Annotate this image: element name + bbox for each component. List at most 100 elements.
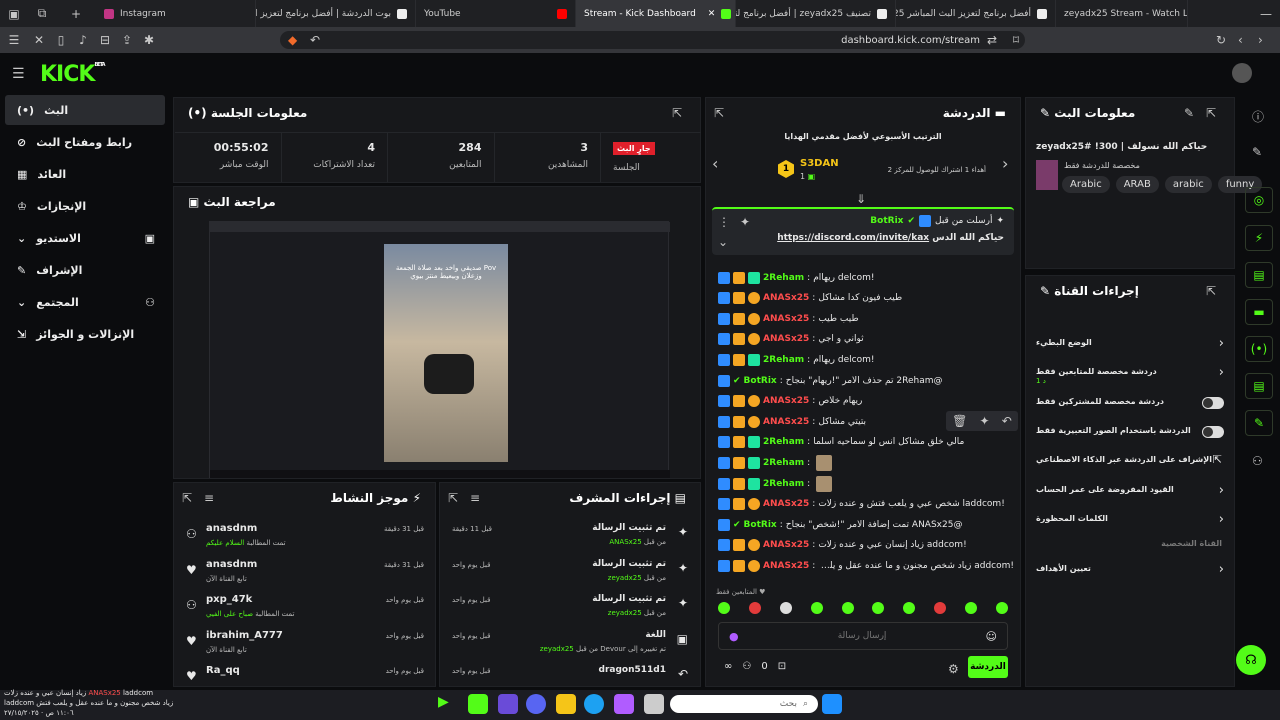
help-button[interactable]: ☊ [1236,645,1266,675]
chat-message[interactable]: 2Reham: مالي خلق مشاكل انس لو سماحيه اسلم… [718,433,1014,452]
chat-username[interactable]: ANASx25 [763,334,809,344]
sidebar-item-stream-key[interactable]: ⊘ رابط ومفتاح البث [5,127,165,157]
chat-message[interactable]: ANASx25: ثواني و اجي [718,330,1014,349]
pinned-link[interactable]: https://discord.com/invite/kax [777,233,929,243]
chat-input[interactable]: ● إرسال رسالة ☺ [718,622,1008,650]
emote-icon[interactable] [872,602,885,614]
chat-message[interactable]: ANASx25: بتيتي مشاكل [718,412,1014,431]
popout-icon[interactable]: ⇱ [1206,284,1216,298]
channel-action-item[interactable]: الوضع البطيء › [1036,334,1226,356]
channel-action-item[interactable]: الإشراف على الدردشة عبر الذكاء الاصطناعي… [1036,451,1226,473]
settings-icon[interactable]: ✱ [138,33,160,47]
chat-username[interactable]: BotRix [744,376,777,386]
tab-rating[interactable]: تصنيف zeyadx25 | أفضل برنامج لتعزيز [736,0,896,27]
mic-icon[interactable]: ● [729,630,739,643]
emote-icon[interactable] [810,602,823,614]
channel-action-item[interactable]: دردشة مخصصة للمشتركين فقط [1036,393,1226,415]
rail-button-wrench[interactable]: ✎ [1245,410,1273,436]
sidebar-item-achievements[interactable]: ♔ الإنجازات [5,191,165,221]
chat-message[interactable]: ✔ BotRix: @2Reham تم حذف الأمر "!ريهام" بن… [718,371,1014,390]
back-icon[interactable]: ‹ [1238,33,1243,47]
stream-preview-video[interactable]: Pov صديقي واخد بعد صلاة الجمعة وزعلان وب… [209,221,670,478]
share-icon[interactable]: ⚇ [742,661,751,672]
tag[interactable]: arabic [1164,176,1212,193]
emote-icon[interactable] [841,602,854,614]
chat-message[interactable]: ANASx25: ريهام خلاص [718,392,1014,411]
taskbar-app-icon[interactable] [468,694,488,714]
rail-button-screen[interactable]: ◎ [1245,187,1273,213]
taskbar-app-icon[interactable] [614,694,634,714]
popout-icon[interactable]: ⇱ [672,106,682,120]
chevron-right-icon[interactable]: › [1002,154,1008,173]
tab-kick-stream[interactable]: zeyadx25 Stream - Watch Live on Ki [1056,0,1188,27]
taskbar-app-icon[interactable] [498,694,518,714]
channel-action-item[interactable]: تعيين الأهداف › [1036,560,1226,582]
emote-icon[interactable] [748,602,761,614]
window-icon[interactable]: ⧉ [28,6,56,21]
menu-icon[interactable]: ☰ [0,33,28,47]
popout-icon[interactable]: ⇱ [1206,106,1216,120]
rail-button-doc[interactable]: ▤ [1245,262,1273,288]
chat-message[interactable]: ANASx25: !addcom زياد شخص مجنون و ما عنده… [718,556,1014,575]
activity-item[interactable]: ♥ ibrahim_A777 تابع القناة الآن قبل يوم … [182,628,428,660]
channel-action-item[interactable]: دردشة مخصصة للمتابعين فقط › [1036,363,1226,385]
chat-message[interactable]: ✔ BotRix: @ANASx25 تمت إضافة الأمر "!شخص" … [718,515,1014,534]
emoji-icon[interactable]: ☺ [986,630,997,643]
pinned-message[interactable]: ✦ أرسلت من قبل ✔ BotRix حياكم الله الدس htt… [712,207,1014,255]
sidebar-item-revenue[interactable]: ▦ العائد [5,159,165,189]
avatar[interactable] [1232,63,1252,83]
channel-action-item[interactable]: الدردشة باستخدام الصور التعبيرية فقط [1036,422,1226,444]
emote-icon[interactable] [995,602,1008,614]
tab-chatbot[interactable]: بوت الدردشة | أفضل برنامج لتعزيز البث [256,0,416,27]
chevron-down-icon[interactable]: ⌄ [718,235,728,249]
info-icon[interactable]: ⓘ [1252,108,1264,125]
hamburger-icon[interactable]: ☰ [12,66,25,82]
chat-username[interactable]: BotRix [744,520,777,530]
share-icon[interactable]: ⇪ [116,33,138,47]
expand-icon[interactable]: ⇓ [856,192,866,206]
unpin-icon[interactable]: ✦ [740,215,750,229]
emote-icon[interactable] [779,602,792,614]
toggle-switch[interactable] [1202,426,1224,438]
mod-action-item[interactable]: قبل يوم واحد ✦ تم تثبيت الرسالة من قبل z… [448,592,694,624]
chat-username[interactable]: ANASx25 [763,561,809,571]
emote-icon[interactable] [903,602,916,614]
activity-item[interactable]: ♥ anasdnm تابع القناة الآن قبل 31 دقيقة [182,557,428,589]
chat-username[interactable]: 2Reham [763,273,804,283]
rail-button-live[interactable]: (•) [1245,336,1273,362]
new-tab-icon[interactable]: + [56,7,96,21]
chat-username[interactable]: ANASx25 [763,396,809,406]
back-in-bar-icon[interactable]: ↶ [310,33,320,47]
chat-username[interactable]: ANASx25 [763,540,809,550]
chat-username[interactable]: ANASx25 [763,417,809,427]
translate-icon[interactable]: ⇄ [987,33,997,47]
taskbar-search[interactable]: بحث ⌕ [670,695,818,713]
pencil-icon[interactable]: ✎ [1252,145,1262,159]
chat-message[interactable]: 2Reham: !delcom ريهاام [718,268,1014,287]
music-icon[interactable]: ♪ [72,33,94,47]
mod-action-item[interactable]: قبل يوم واحد ✦ تم تثبيت الرسالة من قبل z… [448,557,694,589]
bookmarks-icon[interactable]: ⊟ [94,33,116,47]
sidebar-item-moderation[interactable]: ✎ الإشراف [5,255,165,285]
tab-kick-dashboard[interactable]: Stream - Kick Dashboard ✕ [576,0,736,27]
popout-icon[interactable]: ⇱ [182,491,192,505]
taskbar-edge-icon[interactable] [584,694,604,714]
chat-username[interactable]: 2Reham [763,479,804,489]
toggle-switch[interactable] [1202,397,1224,409]
filter-icon[interactable]: ≡ [204,491,214,505]
send-chat-button[interactable]: الدردشة [968,656,1008,678]
channel-action-item[interactable]: الكلمات المحظورة › [1036,510,1226,532]
tag[interactable]: ARAB [1115,176,1159,193]
sidebar-item-studio[interactable]: ⌄ الاستديو ▣ [5,223,165,253]
emote-icon[interactable] [965,602,977,614]
forward-icon[interactable]: › [1258,33,1263,47]
more-icon[interactable]: ⋮ [718,215,730,229]
chat-message[interactable]: 2Reham: !delcom ريهاام [718,350,1014,369]
sidebar-icon[interactable]: ▯ [50,33,72,47]
tab-list-icon[interactable]: ▣ [0,7,28,21]
chat-message[interactable]: 2Reham: [718,453,1014,472]
chat-username[interactable]: ANASx25 [763,314,809,324]
chat-message[interactable]: ANASx25: طيب طيب [718,309,1014,328]
extension-icon[interactable]: ✕ [28,33,50,47]
chat-username[interactable]: 2Reham [763,458,804,468]
